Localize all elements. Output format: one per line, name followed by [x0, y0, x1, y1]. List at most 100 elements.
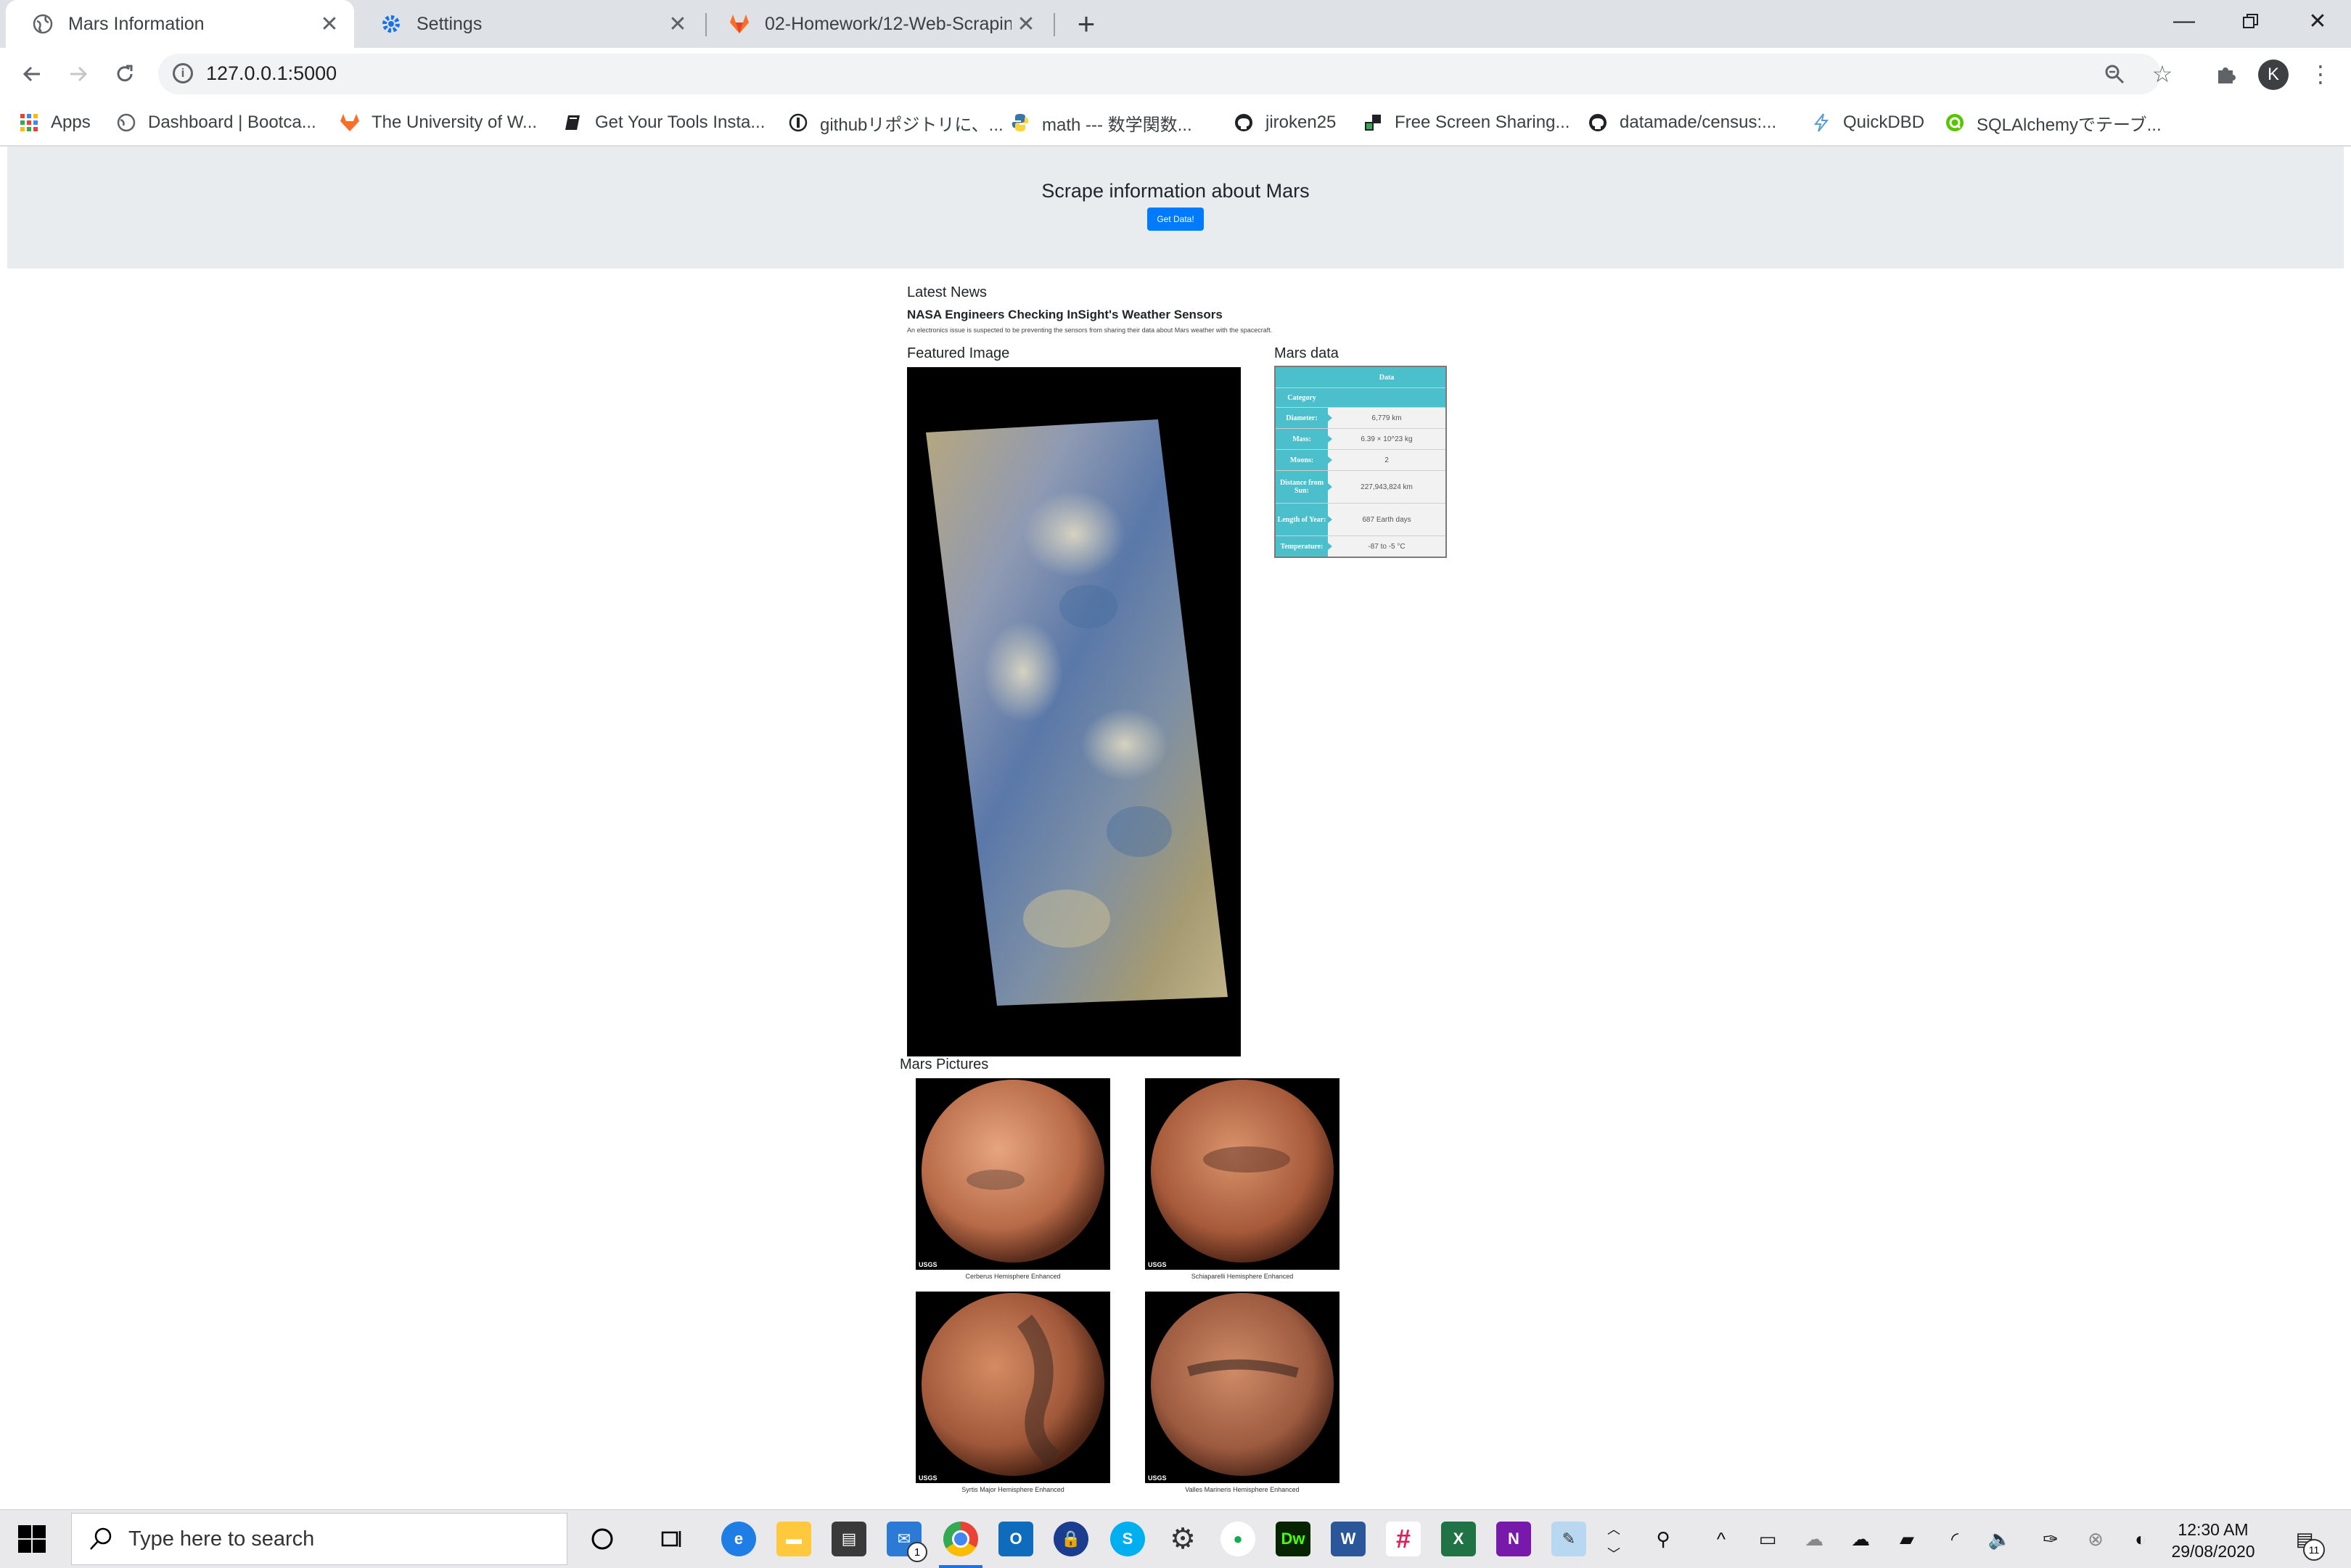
mongodb-icon[interactable]: ●	[1220, 1522, 1255, 1556]
bookmark-apps[interactable]: Apps	[19, 110, 91, 135]
pen-icon[interactable]: ✑	[2038, 1526, 2064, 1552]
news-paragraph: An electronics issue is suspected to be …	[907, 327, 1273, 334]
paint-icon[interactable]: ✎	[1551, 1522, 1586, 1556]
chevron-down-icon[interactable]: ﹀	[1601, 1540, 1627, 1567]
info-icon[interactable]: i	[173, 63, 193, 83]
book-icon	[563, 112, 583, 133]
reload-button[interactable]	[109, 58, 141, 90]
hemisphere-card: USGS Schiaparelli Hemisphere Enhanced	[1145, 1078, 1339, 1280]
dreamweaver-icon[interactable]: Dw	[1276, 1522, 1310, 1556]
bookmark-sqlalchemy[interactable]: SQLAlchemyでテーブ...	[1945, 110, 2162, 135]
people-icon[interactable]: ⚲	[1650, 1526, 1676, 1552]
chrome-icon[interactable]	[943, 1522, 978, 1556]
profile-avatar[interactable]: K	[2258, 59, 2289, 90]
bookmark-free-screen-sharing[interactable]: Free Screen Sharing...	[1363, 110, 1570, 135]
battery-icon[interactable]: ▰	[1894, 1526, 1920, 1552]
hemisphere-image: USGS	[916, 1292, 1110, 1483]
facts-category-row: Category	[1276, 388, 1445, 408]
bookmark-label: The University of W...	[372, 112, 538, 132]
tab-gitlab-homework[interactable]: 02-Homework/12-Web-Scraping ✕	[702, 0, 1051, 48]
bookmark-label: githubリポジトリに、...	[820, 115, 1004, 135]
settings-gear-icon[interactable]: ⚙	[1165, 1522, 1200, 1556]
tab-settings[interactable]: Settings ✕	[354, 0, 702, 48]
bookmark-star-icon[interactable]: ☆	[2149, 61, 2175, 87]
vpn-lock-icon[interactable]: 🔒	[1054, 1522, 1088, 1556]
cortana-icon[interactable]	[589, 1526, 615, 1552]
tab-title: Settings	[417, 13, 483, 34]
hemisphere-card: USGS Cerberus Hemisphere Enhanced	[916, 1078, 1110, 1280]
taskbar-search-box[interactable]: Type here to search	[71, 1513, 567, 1565]
screenshare-icon	[1363, 112, 1383, 133]
close-tab-icon[interactable]: ✕	[663, 9, 692, 38]
bookmark-label: Dashboard | Bootca...	[148, 112, 316, 132]
hemisphere-card: USGS Valles Marineris Hemisphere Enhance…	[1145, 1292, 1339, 1493]
cloud-upload-icon[interactable]: ☁	[1801, 1526, 1827, 1552]
slack-icon[interactable]: #	[1386, 1522, 1421, 1556]
jumbotron: Scrape information about Mars Get Data!	[7, 147, 2344, 268]
hemisphere-caption: Schiaparelli Hemisphere Enhanced	[1191, 1273, 1294, 1280]
globe-icon	[116, 112, 136, 133]
close-tab-icon[interactable]: ✕	[315, 9, 344, 38]
file-explorer-icon[interactable]: ▬	[776, 1522, 811, 1556]
outlook-icon[interactable]: O	[998, 1522, 1033, 1556]
system-clock[interactable]: 12:30 AM 29/08/2020	[2170, 1519, 2257, 1562]
bookmark-math[interactable]: math --- 数学関数...	[1010, 110, 1192, 135]
search-icon	[86, 1524, 115, 1553]
wifi-icon[interactable]: ◜	[1942, 1526, 1968, 1552]
news-title: NASA Engineers Checking InSight's Weathe…	[907, 308, 1223, 321]
page-title: Scrape information about Mars	[1041, 180, 1310, 202]
display-icon[interactable]: ▭	[1755, 1526, 1781, 1552]
bolt-icon	[1811, 112, 1831, 133]
bookmark-label: SQLAlchemyでテーブ...	[1977, 115, 2162, 135]
night-light-icon[interactable]: ◐	[2128, 1526, 2154, 1552]
fact-value: 227,943,824 km	[1328, 471, 1445, 503]
word-icon[interactable]: W	[1331, 1522, 1366, 1556]
show-hidden-icons-icon[interactable]: ^	[1708, 1526, 1734, 1552]
skype-icon[interactable]: S	[1110, 1522, 1145, 1556]
github-icon	[1234, 112, 1254, 133]
blocked-icon[interactable]: ⊗	[2083, 1526, 2109, 1552]
bookmark-quickdbd[interactable]: QuickDBD	[1811, 110, 1924, 135]
fact-key: Moons:	[1276, 450, 1332, 470]
forward-button[interactable]	[62, 58, 94, 90]
back-button[interactable]	[16, 58, 48, 90]
mars-facts-heading: Mars data	[1274, 345, 1339, 361]
hemisphere-image: USGS	[1145, 1078, 1339, 1270]
hemisphere-image: USGS	[1145, 1292, 1339, 1483]
fact-value: 6,779 km	[1328, 408, 1445, 428]
fact-key: Diameter:	[1276, 408, 1332, 428]
zoom-icon[interactable]	[2101, 61, 2128, 87]
bookmark-label: datamade/census:...	[1620, 112, 1777, 132]
tab-mars-information[interactable]: Mars Information ✕	[6, 0, 354, 48]
windows-start-icon[interactable]	[17, 1524, 46, 1553]
bookmark-dashboard[interactable]: Dashboard | Bootca...	[116, 110, 316, 135]
close-window-button[interactable]: ✕	[2284, 0, 2351, 42]
restore-button[interactable]	[2217, 0, 2284, 42]
bookmark-datamade[interactable]: datamade/census:...	[1588, 110, 1776, 135]
volume-icon[interactable]: 🔈	[1987, 1526, 2013, 1552]
fact-key: Distance from Sun:	[1276, 471, 1332, 503]
close-tab-icon[interactable]: ✕	[1012, 9, 1041, 38]
new-tab-button[interactable]: +	[1070, 7, 1103, 41]
store-icon[interactable]: ▤	[832, 1522, 866, 1556]
gear-icon	[380, 13, 402, 35]
onedrive-icon[interactable]: ☁	[1847, 1526, 1874, 1552]
address-bar[interactable]: i 127.0.0.1:5000 ☆	[158, 54, 2172, 94]
bookmark-get-tools[interactable]: Get Your Tools Insta...	[563, 110, 765, 135]
bookmark-label: math --- 数学関数...	[1042, 115, 1192, 135]
bookmark-university[interactable]: The University of W...	[340, 110, 537, 135]
bookmark-jiroken25[interactable]: jiroken25	[1234, 110, 1336, 135]
minimize-button[interactable]: —	[2151, 0, 2217, 42]
mars-pictures-heading: Mars Pictures	[900, 1056, 989, 1072]
task-view-icon[interactable]	[659, 1526, 685, 1552]
chevron-up-icon[interactable]: ︿	[1601, 1516, 1627, 1542]
excel-icon[interactable]: X	[1441, 1522, 1476, 1556]
get-data-button[interactable]: Get Data!	[1147, 208, 1204, 231]
bookmark-github-repo[interactable]: githubリポジトリに、...	[788, 110, 1004, 135]
edge-icon[interactable]: e	[721, 1522, 756, 1556]
url-text[interactable]: 127.0.0.1:5000	[206, 62, 337, 85]
menu-kebab-icon[interactable]: ⋮	[2307, 61, 2334, 87]
extensions-puzzle-icon[interactable]	[2213, 61, 2239, 87]
bookmarks-bar: Apps Dashboard | Bootca... The Universit…	[0, 100, 2351, 147]
onenote-icon[interactable]: N	[1496, 1522, 1531, 1556]
